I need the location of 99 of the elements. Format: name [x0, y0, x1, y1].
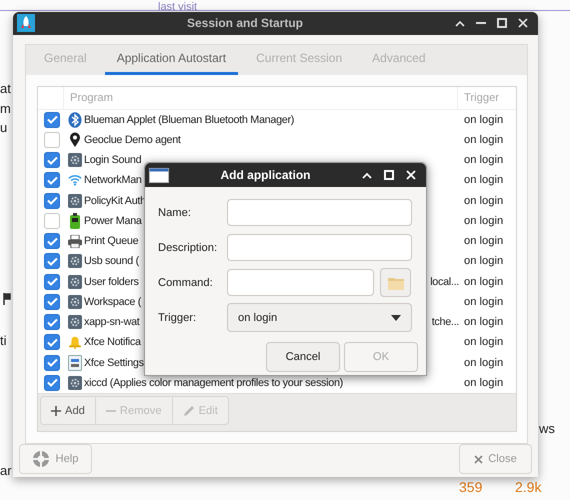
program-name: User folders: [84, 276, 139, 288]
gear-icon: [68, 294, 82, 309]
partial-text: at: [0, 80, 11, 98]
checkbox[interactable]: [44, 172, 60, 188]
tab[interactable]: Advanced: [360, 44, 438, 74]
window-icon: [149, 168, 169, 182]
flag-icon: [3, 293, 11, 305]
maximize-icon[interactable]: [497, 18, 507, 28]
printer-icon: [68, 234, 82, 248]
program-name: Usb sound (: [84, 255, 139, 268]
field-label: Trigger:: [158, 312, 198, 324]
trigger-text: on login: [463, 214, 504, 227]
program-name: NetworkMan: [84, 174, 142, 186]
pencil-icon: [182, 404, 195, 416]
folder-icon: [388, 276, 404, 290]
trigger-text: on login: [463, 316, 504, 328]
program-name: Xfce Settings: [84, 356, 144, 369]
field-label: Name:: [158, 206, 192, 218]
trigger-text: on login: [463, 194, 504, 207]
tab[interactable]: Current Session: [244, 44, 354, 74]
help-icon: [32, 450, 50, 468]
window-title: Session and Startup: [186, 16, 304, 30]
checkbox[interactable]: [44, 253, 60, 270]
partial-text: ti: [0, 332, 6, 350]
gear-icon: [68, 315, 82, 330]
program-name: local...: [430, 276, 459, 288]
battery-icon: [68, 212, 82, 229]
program-name: Geoclue Demo agent: [84, 134, 181, 146]
trigger-text: on login: [463, 134, 504, 146]
rocket-icon: [17, 14, 35, 32]
gear-icon: [68, 194, 82, 208]
partial-text: ws: [539, 420, 555, 438]
checkbox[interactable]: [44, 334, 60, 350]
collapse-icon[interactable]: [455, 20, 465, 27]
trigger-text: on login: [463, 376, 504, 389]
cancel-button[interactable]: Cancel: [266, 342, 340, 372]
program-name: Blueman Applet (Blueman Bluetooth Manager): [84, 114, 294, 126]
trigger-text: on login: [463, 154, 504, 166]
tab[interactable]: General: [32, 44, 99, 74]
program-name: Workspace (: [84, 296, 142, 308]
input-field[interactable]: [227, 234, 412, 261]
checkbox[interactable]: [44, 274, 60, 290]
trigger-dropdown[interactable]: on login: [227, 303, 412, 332]
checkbox[interactable]: [44, 152, 60, 168]
input-field[interactable]: [227, 199, 412, 226]
input-field[interactable]: [227, 269, 374, 296]
bluetooth-icon: [68, 112, 82, 128]
checkbox[interactable]: [44, 233, 60, 250]
checkbox[interactable]: [44, 132, 60, 148]
caret-icon: [391, 314, 401, 320]
dialog-title: Add application: [220, 168, 312, 182]
close-icon[interactable]: [518, 18, 528, 28]
gear-icon: [68, 153, 82, 168]
location-pin-icon: [68, 132, 82, 148]
field-label: Command:: [158, 276, 214, 288]
partial-text: m: [0, 100, 11, 118]
program-name: tche...: [432, 316, 459, 328]
trigger-text: on login: [463, 296, 504, 308]
column-header[interactable]: Trigger: [457, 86, 516, 108]
program-name: Power Mana: [84, 214, 142, 227]
partial-text: ar: [0, 462, 12, 480]
checkbox[interactable]: [44, 212, 60, 229]
last-visit-link[interactable]: last visit: [158, 1, 198, 13]
close-button[interactable]: Close: [459, 444, 532, 474]
program-name: Login Sound: [84, 154, 142, 166]
program-name: xapp-sn-wat: [84, 316, 140, 328]
help-button[interactable]: Help: [19, 444, 92, 474]
wifi-icon: [68, 174, 82, 186]
close-icon: [474, 454, 484, 464]
count-text: 2.9k: [515, 479, 542, 495]
trigger-text: on login: [463, 114, 504, 126]
program-name: Xfce Notifica: [84, 336, 141, 348]
program-name: xiccd (Applies color management profiles to your session): [84, 376, 343, 389]
partial-text: u: [0, 119, 8, 137]
bell-icon: [68, 335, 82, 350]
trigger-text: on login: [463, 336, 504, 348]
gear-icon: [68, 376, 82, 390]
checkbox[interactable]: [44, 192, 60, 209]
plus-icon: [51, 406, 61, 416]
minimize-icon[interactable]: [476, 22, 486, 25]
trigger-text: on login: [463, 235, 504, 248]
checkbox[interactable]: [44, 294, 60, 310]
checkbox[interactable]: [44, 112, 60, 128]
field-label: Description:: [158, 242, 218, 254]
column-header[interactable]: Program: [63, 86, 457, 108]
trigger-text: on login: [463, 174, 504, 186]
checkbox[interactable]: [44, 354, 60, 371]
gear-icon: [68, 274, 82, 289]
toolbar-button[interactable]: Add: [40, 396, 96, 425]
count-text: 359: [459, 479, 482, 495]
trigger-text: on login: [463, 255, 504, 268]
checkbox[interactable]: [44, 374, 60, 391]
settings-panel-icon: [68, 354, 82, 371]
program-name: Print Queue: [84, 235, 138, 248]
trigger-text: on login: [463, 356, 504, 369]
checkbox[interactable]: [44, 314, 60, 330]
gear-icon: [68, 254, 82, 268]
trigger-text: on login: [463, 276, 504, 288]
tab[interactable]: Application Autostart: [104, 44, 238, 74]
